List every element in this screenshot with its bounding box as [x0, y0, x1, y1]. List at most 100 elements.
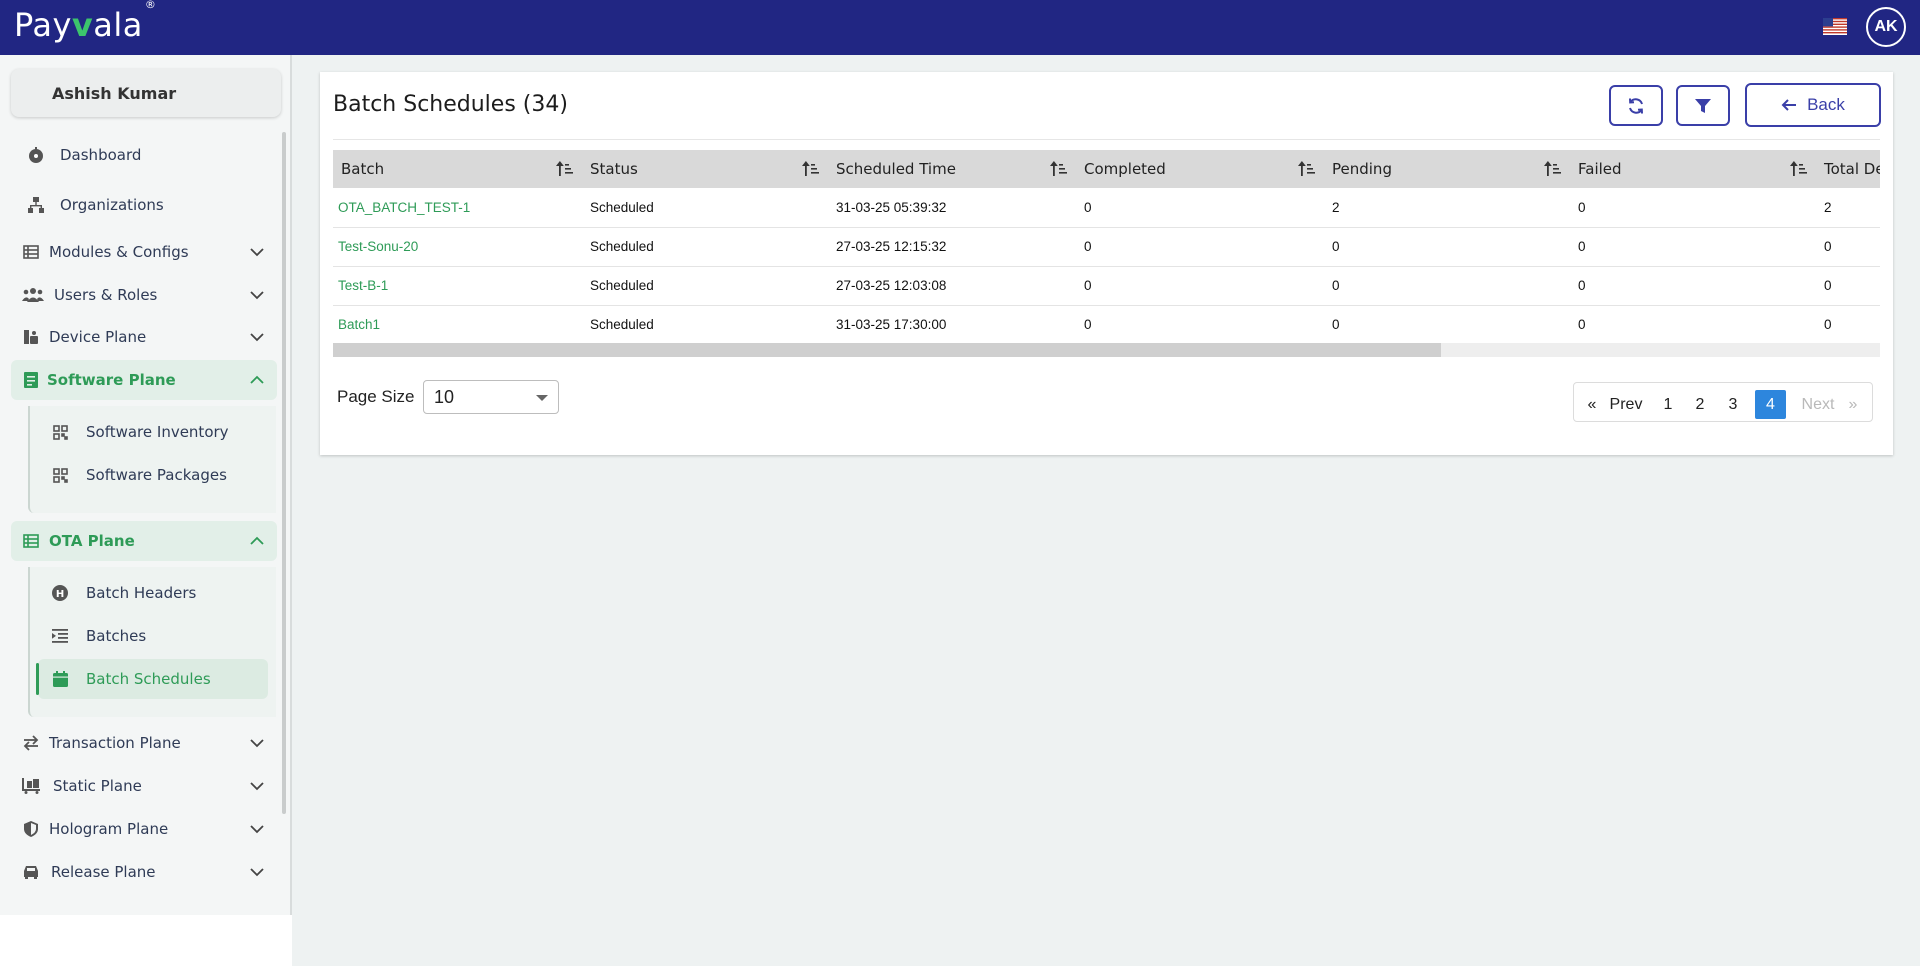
page-button-3[interactable]: 3 — [1723, 390, 1743, 419]
device-icon — [22, 328, 40, 346]
sidebar-item-batch-headers[interactable]: H Batch Headers — [38, 573, 268, 613]
sidebar-item-software-inventory[interactable]: Software Inventory — [38, 412, 268, 452]
document-icon — [22, 371, 40, 389]
swap-icon — [22, 734, 40, 752]
column-header-label: Failed — [1578, 160, 1622, 178]
column-header-label: Pending — [1332, 160, 1392, 178]
sort-icon[interactable] — [556, 161, 574, 177]
column-header-pending[interactable]: Pending — [1324, 150, 1570, 188]
user-card[interactable]: Ashish Kumar — [11, 69, 281, 117]
sort-icon[interactable] — [802, 161, 820, 177]
filter-icon — [1695, 98, 1711, 113]
first-page-button[interactable]: « — [1584, 390, 1600, 419]
failed-cell: 0 — [1570, 266, 1816, 306]
chevron-up-icon — [250, 375, 264, 384]
h-circle-icon: H — [51, 584, 69, 602]
column-header-label: Status — [590, 160, 638, 178]
column-header-label: Completed — [1084, 160, 1166, 178]
sidebar-item-users-roles[interactable]: Users & Roles — [11, 275, 277, 315]
total-devices-cell: 0 — [1816, 305, 1880, 345]
sidebar-item-label: Transaction Plane — [49, 734, 181, 752]
sidebar-item-label: Batch Schedules — [86, 670, 211, 688]
column-header-completed[interactable]: Completed — [1076, 150, 1324, 188]
sort-icon[interactable] — [1050, 161, 1068, 177]
sidebar: Ashish Kumar Dashboard Organizations Mod… — [0, 55, 292, 915]
sidebar-item-label: Users & Roles — [54, 286, 158, 304]
column-header-failed[interactable]: Failed — [1570, 150, 1816, 188]
scheduled-time-cell: 27-03-25 12:03:08 — [828, 266, 1076, 306]
chevron-down-icon — [250, 291, 264, 300]
column-header-total-devices[interactable]: Total De — [1816, 150, 1880, 188]
sidebar-item-static-plane[interactable]: Static Plane — [11, 766, 277, 806]
refresh-button[interactable] — [1609, 85, 1663, 126]
table-row: OTA_BATCH_TEST-1 Scheduled 31-03-25 05:3… — [333, 188, 1880, 228]
sidebar-footer — [0, 915, 292, 966]
sidebar-item-software-plane[interactable]: Software Plane — [11, 360, 277, 400]
logo-text-pre: Pay — [14, 6, 72, 44]
page-button-2[interactable]: 2 — [1690, 390, 1710, 419]
indent-list-icon — [51, 627, 69, 645]
back-button[interactable]: Back — [1745, 83, 1881, 127]
page-size-select[interactable]: 10 — [423, 380, 559, 414]
sort-icon[interactable] — [1790, 161, 1808, 177]
chevron-up-icon — [250, 536, 264, 545]
sidebar-item-device-plane[interactable]: Device Plane — [11, 317, 277, 357]
batch-link[interactable]: Test-Sonu-20 — [333, 227, 582, 267]
sidebar-scrollbar[interactable] — [282, 132, 286, 814]
sidebar-item-organizations[interactable]: Organizations — [11, 185, 277, 225]
batch-schedules-table: Batch Status Scheduled Time Completed Pe… — [333, 150, 1880, 345]
table-row: Test-B-1 Scheduled 27-03-25 12:03:08 0 0… — [333, 266, 1880, 306]
pending-cell: 0 — [1324, 266, 1570, 306]
sidebar-item-release-plane[interactable]: Release Plane — [11, 852, 277, 892]
sort-icon[interactable] — [1544, 161, 1562, 177]
pending-cell: 2 — [1324, 188, 1570, 228]
page-button-4-current[interactable]: 4 — [1755, 390, 1786, 419]
sort-icon[interactable] — [1298, 161, 1316, 177]
sidebar-item-hologram-plane[interactable]: Hologram Plane — [11, 809, 277, 849]
scrollbar-thumb[interactable] — [333, 343, 1441, 357]
column-header-status[interactable]: Status — [582, 150, 828, 188]
page-button-1[interactable]: 1 — [1658, 390, 1678, 419]
paywala-logo[interactable]: Payvala® — [14, 0, 156, 44]
column-header-scheduled-time[interactable]: Scheduled Time — [828, 150, 1076, 188]
logo-registered-mark: ® — [144, 0, 157, 12]
status-cell: Scheduled — [582, 305, 828, 345]
status-cell: Scheduled — [582, 266, 828, 306]
calendar-icon — [51, 670, 69, 688]
user-avatar[interactable]: AK — [1866, 7, 1906, 47]
status-cell: Scheduled — [582, 227, 828, 267]
table-horizontal-scrollbar[interactable] — [333, 343, 1880, 357]
completed-cell: 0 — [1076, 188, 1324, 228]
us-flag-icon[interactable] — [1823, 18, 1847, 35]
prev-page-button[interactable]: Prev — [1606, 390, 1646, 419]
sidebar-item-ota-plane[interactable]: OTA Plane — [11, 521, 277, 561]
batch-link[interactable]: Batch1 — [333, 305, 582, 345]
batch-link[interactable]: Test-B-1 — [333, 266, 582, 306]
back-button-label: Back — [1807, 95, 1845, 114]
batch-link[interactable]: OTA_BATCH_TEST-1 — [333, 188, 582, 228]
table-header-row: Batch Status Scheduled Time Completed Pe… — [333, 150, 1880, 188]
sidebar-item-software-packages[interactable]: Software Packages — [38, 455, 268, 495]
sidebar-item-label: Software Packages — [86, 466, 227, 484]
sidebar-item-dashboard[interactable]: Dashboard — [11, 135, 277, 175]
filter-button[interactable] — [1676, 85, 1730, 126]
dashboard-icon — [27, 146, 45, 164]
last-page-button[interactable]: » — [1845, 390, 1861, 419]
logo-text-post: ala — [93, 6, 143, 44]
sidebar-item-transaction-plane[interactable]: Transaction Plane — [11, 723, 277, 763]
page-size-value: 10 — [434, 386, 455, 407]
sidebar-item-batches[interactable]: Batches — [38, 616, 268, 656]
next-page-button[interactable]: Next — [1799, 390, 1837, 419]
total-devices-cell: 2 — [1816, 188, 1880, 228]
refresh-icon — [1629, 97, 1643, 114]
batch-schedules-table-wrap: Batch Status Scheduled Time Completed Pe… — [333, 150, 1880, 358]
column-header-batch[interactable]: Batch — [333, 150, 582, 188]
pagination: « Prev 1 2 3 4 Next » — [1573, 382, 1873, 422]
sidebar-item-modules-configs[interactable]: Modules & Configs — [11, 232, 277, 272]
users-icon — [22, 286, 44, 304]
total-devices-cell: 0 — [1816, 266, 1880, 306]
table-icon — [22, 243, 40, 261]
sidebar-item-label: Batch Headers — [86, 584, 197, 602]
completed-cell: 0 — [1076, 305, 1324, 345]
sidebar-item-batch-schedules[interactable]: Batch Schedules — [36, 659, 268, 699]
